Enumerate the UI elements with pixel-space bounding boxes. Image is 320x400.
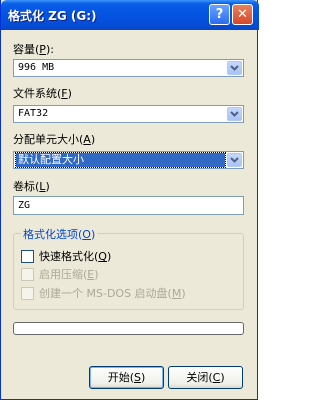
allocation-value: 默认配置大小 bbox=[15, 152, 226, 168]
volume-label-input[interactable]: ZG bbox=[13, 196, 244, 215]
filesystem-label: 文件系统(F) bbox=[13, 87, 72, 100]
quick-format-checkbox[interactable] bbox=[21, 249, 34, 263]
format-dialog: 格式化 ZG (G:) ? ✕ 容量(P): 996 MB 文件系统(F) FA… bbox=[0, 0, 259, 400]
allocation-select[interactable]: 默认配置大小 bbox=[13, 151, 244, 169]
window-title: 格式化 ZG (G:) bbox=[8, 9, 97, 23]
allocation-label: 分配单元大小(A) bbox=[13, 133, 96, 146]
filesystem-value: FAT32 bbox=[18, 108, 49, 119]
capacity-select[interactable]: 996 MB bbox=[13, 59, 244, 77]
compression-checkbox bbox=[21, 267, 34, 281]
chevron-down-icon[interactable] bbox=[227, 107, 242, 121]
volume-label-label: 卷标(L) bbox=[13, 180, 50, 193]
title-bar[interactable]: 格式化 ZG (G:) ? ✕ bbox=[1, 0, 259, 30]
help-button[interactable]: ? bbox=[209, 4, 230, 25]
compression-option: 启用压缩(E) bbox=[21, 267, 99, 281]
quick-format-label: 快速格式化(Q) bbox=[39, 250, 112, 263]
start-button[interactable]: 开始(S) bbox=[89, 366, 164, 389]
chevron-down-icon[interactable] bbox=[227, 153, 242, 167]
boot-disk-checkbox bbox=[21, 286, 34, 300]
compression-label: 启用压缩(E) bbox=[39, 268, 99, 281]
boot-disk-option: 创建一个 MS-DOS 启动盘(M) bbox=[21, 286, 186, 300]
close-window-button[interactable]: ✕ bbox=[232, 4, 253, 25]
capacity-label: 容量(P): bbox=[13, 43, 54, 56]
volume-label-value: ZG bbox=[18, 200, 31, 211]
progress-bar bbox=[13, 322, 244, 335]
chevron-down-icon[interactable] bbox=[227, 61, 242, 75]
quick-format-option[interactable]: 快速格式化(Q) bbox=[21, 249, 111, 263]
format-options-title: 格式化选项(O) bbox=[21, 226, 98, 242]
filesystem-select[interactable]: FAT32 bbox=[13, 105, 244, 123]
boot-disk-label: 创建一个 MS-DOS 启动盘(M) bbox=[39, 287, 186, 300]
close-button[interactable]: 关闭(C) bbox=[168, 366, 243, 389]
capacity-value: 996 MB bbox=[18, 62, 55, 73]
